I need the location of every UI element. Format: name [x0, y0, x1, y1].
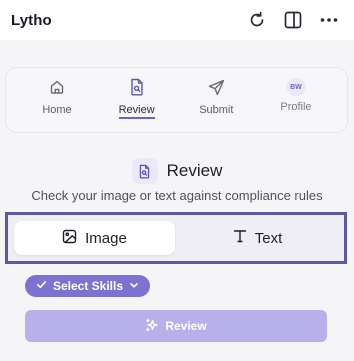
image-mode-button[interactable]: Image	[14, 221, 175, 255]
review-button[interactable]: Review	[25, 310, 327, 342]
split-panel-icon[interactable]	[282, 9, 304, 31]
check-icon	[36, 279, 47, 293]
chevron-down-icon	[129, 279, 139, 293]
page-title: Review	[166, 161, 223, 180]
nav-label-home: Home	[42, 104, 72, 116]
nav-item-profile[interactable]: BW Profile	[257, 68, 335, 132]
text-mode-label: Text	[254, 229, 283, 247]
select-skills-button[interactable]: Select Skills	[25, 275, 150, 297]
nav-item-submit[interactable]: Submit	[177, 68, 255, 132]
text-icon	[233, 229, 247, 247]
nav-item-review[interactable]: Review	[98, 68, 176, 132]
sparkles-icon	[145, 318, 159, 335]
image-icon	[62, 229, 77, 248]
image-mode-label: Image	[85, 229, 127, 247]
document-review-icon	[129, 77, 145, 97]
section-header: Review	[0, 158, 354, 184]
app-title: Lytho	[11, 11, 52, 29]
review-button-label: Review	[165, 319, 207, 333]
profile-avatar-wrap: BW	[285, 77, 306, 97]
bottom-nav-card: Home Review Submit BW Profile	[5, 67, 348, 133]
top-bar: Lytho	[0, 0, 354, 40]
text-mode-button[interactable]: Text	[177, 221, 338, 255]
nav-label-profile: Profile	[280, 101, 312, 113]
avatar: BW	[285, 78, 306, 96]
page-subtitle: Check your image or text against complia…	[31, 188, 323, 203]
more-icon[interactable]	[318, 9, 340, 31]
top-actions	[246, 9, 340, 31]
document-review-icon	[131, 158, 158, 184]
nav-label-review: Review	[118, 104, 155, 119]
select-skills-label: Select Skills	[52, 279, 124, 293]
nav-label-submit: Submit	[199, 104, 234, 116]
home-icon	[49, 77, 65, 97]
mode-toggle: Image Text	[5, 212, 347, 264]
send-icon	[208, 77, 225, 97]
refresh-icon[interactable]	[246, 9, 268, 31]
nav-item-home[interactable]: Home	[18, 68, 96, 132]
